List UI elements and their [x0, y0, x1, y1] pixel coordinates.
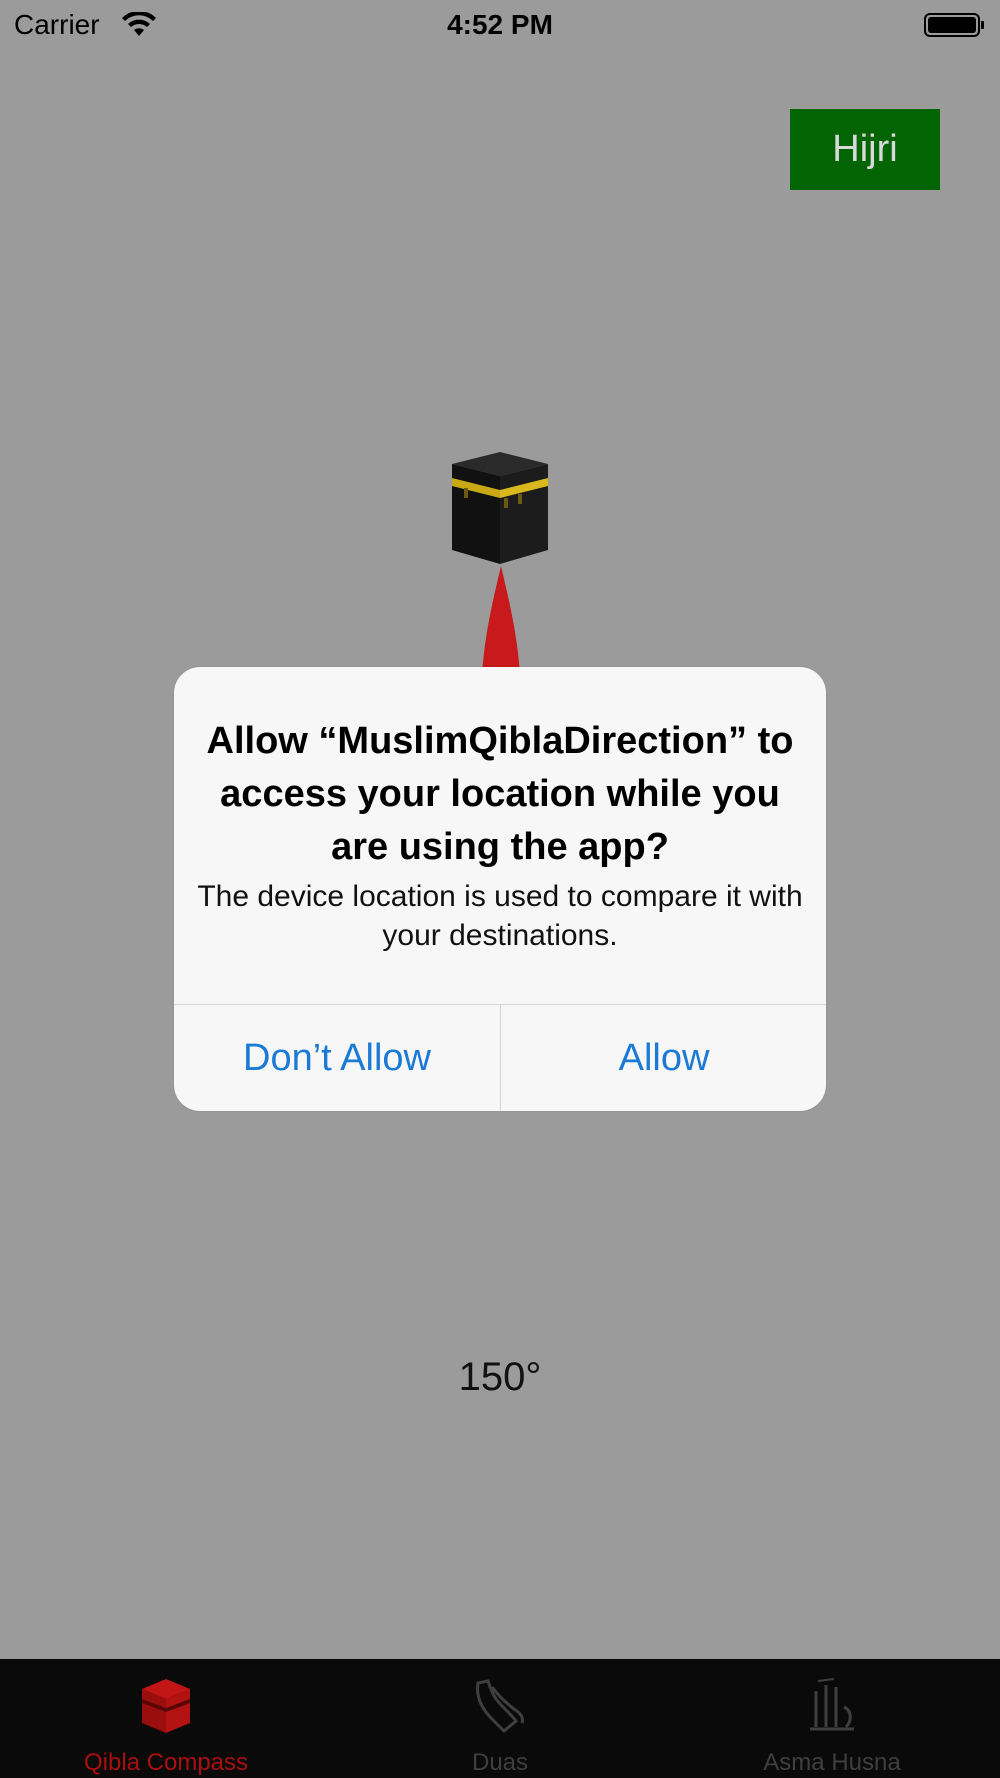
tab-asma-husna[interactable]: Asma Husna — [712, 1659, 952, 1778]
dont-allow-button[interactable]: Don’t Allow — [174, 1005, 500, 1111]
calligraphy-icon — [810, 1678, 854, 1731]
status-clock: 4:52 PM — [447, 9, 553, 40]
alert-message: The device location is used to compare i… — [197, 880, 803, 952]
hijri-button[interactable]: Hijri — [790, 109, 940, 190]
location-permission-alert: Allow “MuslimQiblaDirection” to access y… — [174, 667, 826, 1111]
praying-hands-icon — [476, 1679, 524, 1734]
allow-button[interactable]: Allow — [501, 1005, 826, 1111]
status-bar: Carrier 4:52 PM — [0, 0, 1000, 50]
alert-title: Allow “MuslimQiblaDirection” to access y… — [206, 720, 794, 868]
tab-label-asma-husna: Asma Husna — [763, 1749, 901, 1776]
tab-label-duas: Duas — [471, 1749, 529, 1776]
tab-bar: Qibla Compass Duas Asma Husna — [0, 1659, 1000, 1778]
degree-readout: 150° — [458, 1355, 542, 1399]
kaaba-icon — [452, 452, 548, 564]
tab-label-qibla-compass: Qibla Compass — [83, 1749, 249, 1776]
battery-icon — [924, 13, 984, 37]
compass-needle — [482, 566, 520, 676]
tab-duas[interactable]: Duas — [400, 1659, 600, 1778]
tab-qibla-compass[interactable]: Qibla Compass — [46, 1659, 286, 1778]
kaaba-icon — [142, 1679, 190, 1733]
